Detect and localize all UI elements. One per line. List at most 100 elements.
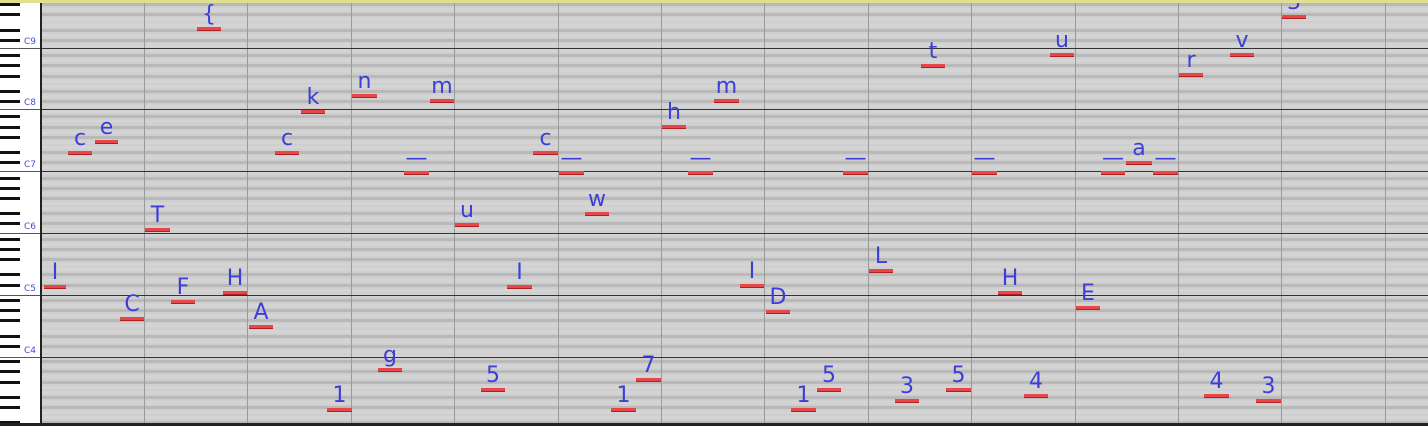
- note-block[interactable]: [1050, 53, 1074, 57]
- note-block[interactable]: [44, 285, 66, 289]
- note-block[interactable]: [585, 212, 609, 216]
- black-key[interactable]: [0, 54, 20, 58]
- black-key[interactable]: [0, 258, 20, 262]
- black-key[interactable]: [0, 186, 20, 190]
- note-block[interactable]: [120, 317, 144, 321]
- note-block[interactable]: [275, 151, 299, 155]
- semitone-row: [42, 120, 1428, 124]
- black-key[interactable]: [0, 135, 20, 139]
- note-lyric: 5: [822, 363, 836, 388]
- note-block[interactable]: [301, 110, 325, 114]
- note-block[interactable]: [1101, 171, 1125, 175]
- note-block[interactable]: [145, 228, 170, 232]
- black-key[interactable]: [0, 28, 20, 32]
- note-block[interactable]: [1282, 15, 1306, 19]
- note-block[interactable]: [791, 408, 816, 412]
- semitone-row: [42, 13, 1428, 17]
- note-block[interactable]: [1024, 394, 1048, 398]
- black-key[interactable]: [0, 237, 20, 241]
- black-key[interactable]: [0, 74, 20, 78]
- black-key[interactable]: [0, 247, 20, 251]
- note-block[interactable]: [688, 171, 713, 175]
- note-block[interactable]: [843, 171, 868, 175]
- black-key[interactable]: [0, 196, 20, 200]
- note-block[interactable]: [1076, 306, 1100, 310]
- note-block[interactable]: [869, 269, 893, 273]
- note-block[interactable]: [352, 94, 377, 98]
- black-key[interactable]: [0, 151, 20, 154]
- black-key[interactable]: [0, 176, 20, 180]
- note-block[interactable]: [817, 388, 841, 392]
- note-block[interactable]: [662, 125, 686, 129]
- note-block[interactable]: [998, 291, 1022, 295]
- note-block[interactable]: [327, 408, 352, 412]
- note-block[interactable]: [95, 140, 118, 144]
- black-key[interactable]: [0, 115, 20, 119]
- semitone-row: [42, 191, 1428, 195]
- octave-key-line: [0, 171, 40, 172]
- note-lyric: 3: [900, 374, 914, 399]
- black-key[interactable]: [0, 161, 20, 165]
- note-block[interactable]: [1153, 171, 1178, 175]
- black-key[interactable]: [0, 13, 20, 17]
- black-key[interactable]: [0, 370, 20, 374]
- note-block[interactable]: [430, 99, 454, 103]
- black-key[interactable]: [0, 222, 20, 226]
- note-block[interactable]: [1204, 394, 1229, 398]
- black-key[interactable]: [0, 298, 20, 302]
- semitone-row: [42, 217, 1428, 221]
- note-block[interactable]: [1230, 53, 1254, 57]
- note-block[interactable]: [766, 310, 790, 314]
- note-block[interactable]: [921, 64, 945, 68]
- note-block[interactable]: [223, 291, 247, 295]
- note-block[interactable]: [740, 284, 764, 288]
- note-block[interactable]: [507, 285, 532, 289]
- black-key[interactable]: [0, 100, 20, 103]
- black-key[interactable]: [0, 334, 20, 338]
- note-block[interactable]: [249, 325, 273, 329]
- semitone-row: [42, 105, 1428, 109]
- note-block[interactable]: [378, 368, 402, 372]
- note-block[interactable]: [404, 171, 429, 175]
- note-block[interactable]: [559, 171, 584, 175]
- note-block[interactable]: [946, 388, 971, 392]
- note-lyric: c: [73, 126, 87, 151]
- note-block[interactable]: [1256, 399, 1281, 403]
- black-key[interactable]: [0, 360, 20, 364]
- semitone-row: [42, 49, 1428, 53]
- note-block[interactable]: [171, 300, 195, 304]
- note-block[interactable]: [714, 99, 739, 103]
- note-grid[interactable]: Ic e C T F{H Ac k 1 n g — m u 5 Ic — w 1 7 h — m I D 1 5— L 3 t 5— H 4 u…: [42, 3, 1428, 423]
- note-block[interactable]: [1126, 161, 1152, 165]
- black-key[interactable]: [0, 89, 20, 93]
- black-key[interactable]: [0, 283, 20, 287]
- black-key[interactable]: [0, 319, 20, 323]
- black-key[interactable]: [0, 344, 20, 348]
- note-block[interactable]: [972, 171, 997, 175]
- semitone-row: [42, 309, 1428, 313]
- note-block[interactable]: [1179, 73, 1203, 77]
- black-key[interactable]: [0, 125, 20, 129]
- note-block[interactable]: [455, 223, 479, 227]
- black-key[interactable]: [0, 3, 20, 7]
- note-block[interactable]: [481, 388, 505, 392]
- black-key[interactable]: [0, 212, 20, 216]
- note-block[interactable]: [197, 27, 221, 31]
- black-key[interactable]: [0, 38, 20, 42]
- black-key[interactable]: [0, 64, 20, 68]
- note-block[interactable]: [611, 408, 636, 412]
- black-key[interactable]: [0, 380, 20, 384]
- note-block[interactable]: [636, 378, 661, 382]
- black-key[interactable]: [0, 406, 20, 409]
- black-key[interactable]: [0, 309, 20, 313]
- piano-keyboard[interactable]: C9 C8 C7 C6 C5 C4: [0, 3, 42, 423]
- note-block[interactable]: [68, 151, 92, 155]
- black-key[interactable]: [0, 395, 20, 399]
- black-key[interactable]: [0, 273, 20, 277]
- note-block[interactable]: [533, 151, 558, 155]
- octave-line: [42, 109, 1428, 110]
- note-block[interactable]: [895, 399, 919, 403]
- semitone-row: [42, 181, 1428, 185]
- note-lyric: E: [1081, 281, 1095, 306]
- beat-line: [247, 3, 248, 423]
